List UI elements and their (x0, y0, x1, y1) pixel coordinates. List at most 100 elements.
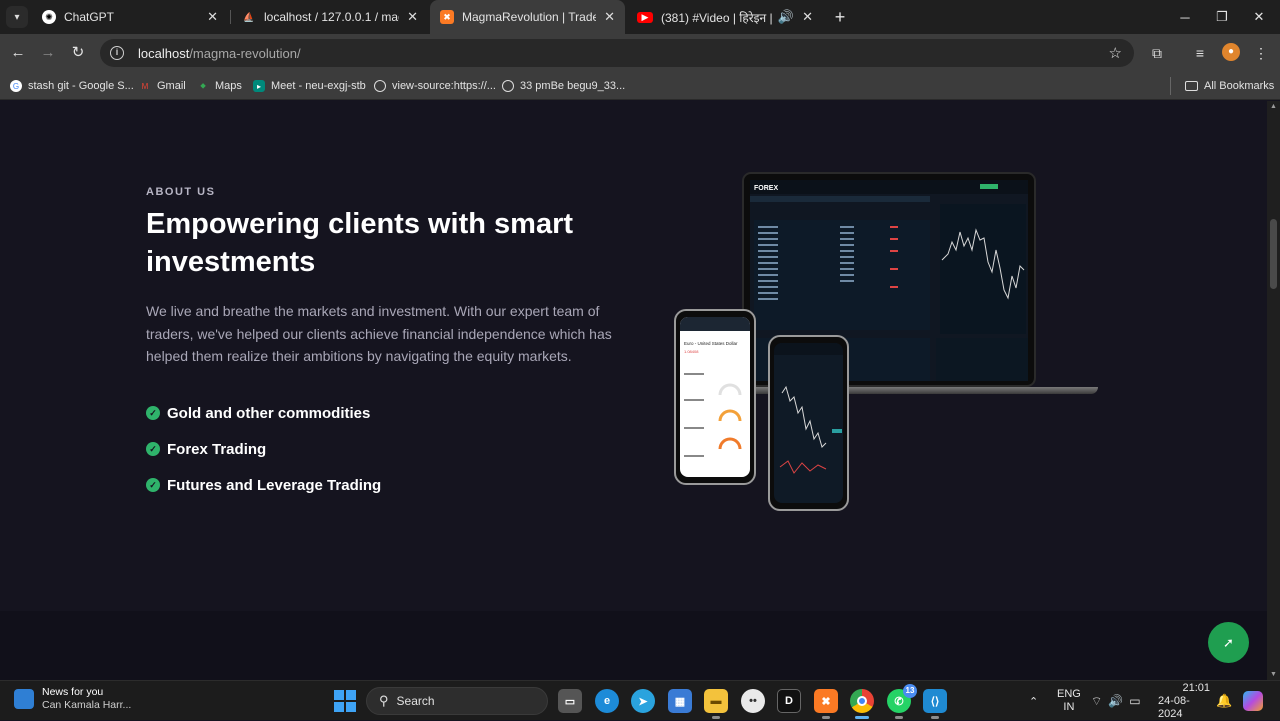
speaker-icon[interactable]: 🔊 (778, 9, 794, 25)
input-language-indicator[interactable]: ENG IN (1057, 681, 1081, 721)
address-bar[interactable]: i localhost/magma-revolution/ ☆ (100, 39, 1134, 67)
bookmark-label: Meet - neu-exgj-stb (271, 80, 366, 92)
news-widget[interactable]: News for you Can Kamala Harr... (14, 686, 131, 712)
feature-text: Forex Trading (167, 440, 267, 458)
tab-phpmyadmin[interactable]: ⛵ localhost / 127.0.0.1 / magmare ✕ (232, 0, 428, 34)
system-status-icons[interactable]: ⌔ 🔊 ▭ (1091, 681, 1141, 721)
url-path: /magma-revolution/ (189, 45, 301, 61)
scroll-down-arrow-icon[interactable]: ▼ (1270, 671, 1277, 678)
laptop-brand-label: FOREX (754, 185, 778, 192)
copilot-icon[interactable] (1243, 681, 1263, 721)
scrollbar-thumb[interactable] (1270, 219, 1277, 289)
close-icon[interactable]: ✕ (207, 9, 218, 25)
tab-title: MagmaRevolution | Trade and C (462, 10, 597, 24)
bookmark-item[interactable]: M Gmail (139, 77, 186, 95)
lang-bottom: IN (1063, 701, 1075, 713)
vscode-icon[interactable]: ⟨⟩ (923, 689, 947, 719)
all-bookmarks-label: All Bookmarks (1204, 80, 1275, 92)
search-icon: ⚲ (379, 693, 389, 708)
notification-bell-icon[interactable]: 🔔 (1216, 681, 1232, 721)
feature-item: ✓ Futures and Leverage Trading (146, 467, 381, 503)
check-circle-icon: ✓ (146, 478, 160, 492)
whatsapp-icon[interactable]: ✆ 13 (887, 684, 917, 719)
close-icon[interactable]: ✕ (407, 9, 418, 25)
news-icon (14, 689, 34, 709)
tab-magmarevolution[interactable]: ✖ MagmaRevolution | Trade and C ✕ (430, 0, 625, 34)
app-icon[interactable]: D (777, 689, 801, 713)
bookmarks-bar: Gstash git - Google S... M Gmail ⬥ Maps ▸ M… (0, 72, 1280, 100)
tab-chatgpt[interactable]: ✺ ChatGPT ✕ (32, 0, 228, 34)
phone-screen-light: Euro - United States Dollar 1.08408 (680, 317, 750, 477)
bookmark-label: stash git - Google S... (28, 80, 134, 92)
back-button[interactable]: ← (7, 42, 29, 64)
menu-kebab-icon[interactable]: ⋮ (1251, 43, 1271, 63)
phone-chart-graphic (774, 343, 843, 474)
clock-date: 24-08-2024 (1158, 694, 1190, 720)
phone-pair-title: Euro - United States Dollar (684, 341, 738, 346)
tab-title: (381) #Video | हिरेइन | #Ne (661, 10, 774, 25)
google-icon: G (10, 80, 22, 92)
close-icon[interactable]: ✕ (802, 9, 813, 25)
bookmark-star-icon[interactable]: ☆ (1109, 44, 1122, 62)
browser-toolbar: ← → ↻ i localhost/magma-revolution/ ☆ ⧉ … (0, 34, 1280, 72)
phone-mockup-right (768, 335, 849, 511)
svg-text:1.08408: 1.08408 (684, 349, 699, 354)
all-bookmarks-button[interactable]: All Bookmarks (1185, 77, 1274, 95)
edge-icon[interactable]: e (595, 689, 619, 713)
app-icon[interactable]: •• (741, 689, 765, 713)
maps-icon: ⬥ (200, 81, 206, 90)
feature-list: ✓ Gold and other commodities ✓ Forex Tradi… (146, 395, 381, 503)
bookmark-item[interactable]: ⬥ Maps (197, 77, 242, 95)
bookmark-item[interactable]: Gstash git - Google S... (10, 77, 134, 95)
bookmark-label: Gmail (157, 80, 186, 92)
file-explorer-icon[interactable]: ▬ (704, 689, 728, 719)
show-hidden-icons-chevron-icon[interactable]: ⌃ (1029, 681, 1038, 721)
tab-youtube[interactable]: ▶ (381) #Video | हिरेइन | #Ne 🔊 ✕ (627, 0, 823, 34)
telegram-icon[interactable]: ➤ (631, 689, 655, 713)
trading-devices-illustration: FOREX Euro - United States Dollar 1.0840… (670, 171, 1110, 516)
bookmark-item[interactable]: 33 pmBe begu9_33... (502, 77, 625, 95)
taskbar-search[interactable]: ⚲ Search (366, 687, 548, 715)
bookmark-item[interactable]: ▸ Meet - neu-exgj-stb (253, 77, 366, 95)
section-eyebrow: ABOUT US (146, 186, 216, 198)
extensions-icon[interactable]: ⧉ (1147, 43, 1167, 63)
close-icon[interactable]: ✕ (604, 9, 615, 25)
xampp-icon: ✖ (440, 10, 454, 24)
minimize-button[interactable]: ─ (1166, 0, 1204, 34)
news-headline: Can Kamala Harr... (42, 699, 132, 711)
xampp-icon[interactable]: ✖ (814, 689, 838, 719)
restore-button[interactable]: ❐ (1203, 0, 1241, 34)
phone-screen-dark (774, 343, 843, 503)
url-host: localhost (138, 45, 190, 61)
section-description: We live and breathe the markets and inve… (146, 303, 612, 364)
media-control-icon[interactable]: ≡ (1190, 43, 1210, 63)
site-info-icon[interactable]: i (110, 46, 124, 60)
globe-icon (374, 80, 386, 92)
task-view-icon[interactable]: ▭ (558, 689, 582, 713)
profile-avatar[interactable]: ● (1222, 43, 1240, 61)
tab-search-button[interactable]: ▾ (6, 6, 28, 28)
forward-button[interactable]: → (37, 42, 59, 64)
address-url: localhost/magma-revolution/ (138, 46, 301, 61)
reload-button[interactable]: ↻ (67, 42, 89, 64)
feature-text: Gold and other commodities (167, 404, 371, 422)
new-tab-button[interactable]: + (830, 7, 850, 27)
phpmyadmin-icon: ⛵ (243, 11, 255, 22)
bookmark-label: 33 pmBe begu9_33... (520, 80, 626, 92)
bookmarks-divider (1170, 77, 1171, 95)
windows-start-icon[interactable] (334, 690, 356, 712)
chrome-icon[interactable] (850, 689, 874, 719)
windows-taskbar: News for you Can Kamala Harr... ⚲ Search… (0, 680, 1280, 720)
scroll-to-top-button[interactable]: ➚ (1208, 622, 1249, 663)
feature-item: ✓ Gold and other commodities (146, 395, 381, 431)
clock[interactable]: 21:01 24-08-2024 (1158, 681, 1210, 721)
page-scrollbar[interactable]: ▲ ▼ (1267, 101, 1280, 680)
taskbar-search-label: Search (396, 694, 435, 708)
notification-badge: 13 (903, 684, 917, 698)
window-close-button[interactable]: ✕ (1240, 0, 1278, 34)
microsoft-store-icon[interactable]: ▦ (668, 689, 692, 713)
arrow-up-right-icon: ➚ (1223, 635, 1234, 650)
phone-mockup-left: Euro - United States Dollar 1.08408 (674, 309, 756, 485)
bookmark-item[interactable]: view-source:https://... (374, 77, 496, 95)
scroll-up-arrow-icon[interactable]: ▲ (1270, 103, 1277, 110)
